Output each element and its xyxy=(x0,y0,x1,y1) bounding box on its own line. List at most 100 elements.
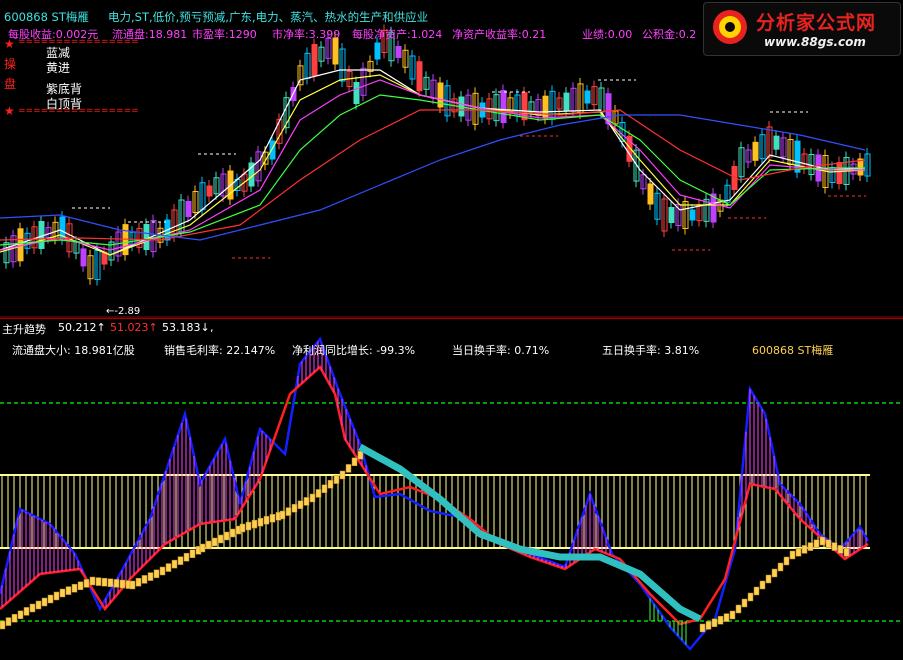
trend-step-bar xyxy=(819,536,826,546)
indicator-chart[interactable] xyxy=(0,319,903,660)
trend-step-bar xyxy=(807,542,814,551)
trend-step-bar xyxy=(189,549,196,558)
trend-step-bar xyxy=(279,510,286,520)
indicator-value-1: 50.212↑ xyxy=(58,321,106,334)
candle-body xyxy=(563,92,570,111)
candle-body xyxy=(374,42,381,60)
candle-body xyxy=(647,183,654,205)
trend-step-bar xyxy=(759,580,766,590)
legend-side-char: 操 xyxy=(4,57,17,71)
stock-code-name: 600868 ST梅雁 xyxy=(4,10,89,24)
trend-step-bar xyxy=(831,542,838,551)
candle-body xyxy=(584,90,591,104)
trend-step-bar xyxy=(315,489,322,498)
candle-body xyxy=(689,209,696,221)
trend-step-bar xyxy=(35,600,42,610)
trend-step-bar xyxy=(357,450,364,460)
trend-step-bar xyxy=(239,523,246,533)
trend-step-bar xyxy=(837,545,844,554)
logo-url: www.88gs.com xyxy=(764,35,866,49)
trend-step-bar xyxy=(723,613,730,622)
indicator-panel[interactable]: 主升趋势 50.212↑ 51.023↑ 53.183↓ , 流通盘大小: 18… xyxy=(0,318,903,660)
trend-step-bar xyxy=(303,497,310,506)
trend-step-bar xyxy=(753,586,760,596)
candle-body xyxy=(668,207,675,223)
trend-step-bar xyxy=(183,552,190,562)
trend-step-bar xyxy=(41,597,48,607)
trend-step-bar xyxy=(729,610,736,620)
indicator-tail: , xyxy=(210,321,214,334)
gross-margin-label: 销售毛利率: 22.147% xyxy=(164,344,276,357)
legend-divider-top: ================ xyxy=(18,37,139,47)
candle-body xyxy=(416,61,423,92)
trend-step-bar xyxy=(17,610,24,620)
trend-step-bar xyxy=(211,537,218,547)
trend-step-bar xyxy=(245,521,252,531)
legend-item-white: 白顶背 xyxy=(46,97,83,111)
trend-step-bar xyxy=(747,592,754,602)
trend-step-bar xyxy=(135,577,142,587)
trend-step-bar xyxy=(5,617,12,626)
candle-body xyxy=(752,141,759,161)
star-icon: ★ xyxy=(4,37,15,51)
trend-step-bar xyxy=(59,588,66,598)
lower-stock-code-name: 600868 ST梅雁 xyxy=(752,344,834,357)
trend-step-bar xyxy=(345,464,352,473)
pe-label: 市盈率:1290 xyxy=(192,28,257,41)
candle-body xyxy=(773,135,780,150)
turnover-5d-label: 五日换手率: 3.81% xyxy=(602,344,700,357)
indicator-name: 主升趋势 xyxy=(2,323,46,336)
trend-step-bar xyxy=(23,607,30,616)
trend-step-bar xyxy=(333,475,340,484)
legend-side-char: 盘 xyxy=(4,77,17,91)
trend-step-bar xyxy=(327,479,334,489)
legend-item-yellow: 黄进 xyxy=(46,61,71,75)
logo-title: 分析家公式网 xyxy=(756,12,877,34)
trend-step-bar xyxy=(171,559,178,569)
stock-sectors: 电力,ST,低价,预亏预减,广东,电力、蒸汽、热水的生产和供应业 xyxy=(108,10,429,24)
trend-step-bar xyxy=(83,579,90,588)
trend-step-bar xyxy=(251,519,258,529)
trend-step-bar xyxy=(205,540,212,550)
trend-step-bar xyxy=(735,604,742,614)
main-chart-panel[interactable]: 600868 ST梅雁 电力,ST,低价,预亏预减,广东,电力、蒸汽、热水的生产… xyxy=(0,0,903,318)
turnover-today-label: 当日换手率: 0.71% xyxy=(452,344,550,357)
candle-body xyxy=(395,46,402,58)
trend-step-bar xyxy=(223,531,230,541)
reserve-label: 公积金:0.2 xyxy=(642,28,697,41)
trend-step-bar xyxy=(843,547,850,557)
trend-step-bar xyxy=(11,613,18,623)
trend-step-bar xyxy=(147,572,154,581)
candle-body xyxy=(500,90,507,123)
price-low-annotation: ←-2.89 xyxy=(106,306,141,317)
trend-step-bar xyxy=(47,594,54,604)
candle-body xyxy=(143,224,150,250)
trend-step-bar xyxy=(29,603,36,613)
candle-body xyxy=(353,82,360,104)
trend-step-bar xyxy=(321,484,328,494)
trend-step-bar xyxy=(705,621,712,630)
trend-step-bar xyxy=(801,545,808,554)
star-icon: ★ xyxy=(4,104,15,118)
trend-step-bar xyxy=(177,556,184,565)
candle-body xyxy=(857,158,864,176)
trend-step-bar xyxy=(771,568,778,578)
trend-step-bar xyxy=(107,578,114,588)
trend-step-bar xyxy=(717,615,724,625)
trend-step-bar xyxy=(0,620,6,630)
trend-step-bar xyxy=(165,563,172,572)
trend-step-bar xyxy=(101,577,108,587)
trend-step-bar xyxy=(351,457,358,467)
trend-step-bar xyxy=(153,569,160,579)
pb-label: 市净率:3.399 xyxy=(272,28,341,41)
indicator-value-3: 53.183↓ xyxy=(162,321,210,334)
trend-step-bar xyxy=(339,470,346,480)
candle-body xyxy=(80,248,87,267)
performance-label: 业绩:0.00 xyxy=(582,28,633,41)
trend-step-bar xyxy=(217,534,224,544)
candle-body xyxy=(185,201,192,217)
trend-step-bar xyxy=(89,576,96,586)
trend-step-bar xyxy=(783,556,790,566)
trend-step-bar xyxy=(297,500,304,510)
trend-step-bar xyxy=(309,493,316,503)
